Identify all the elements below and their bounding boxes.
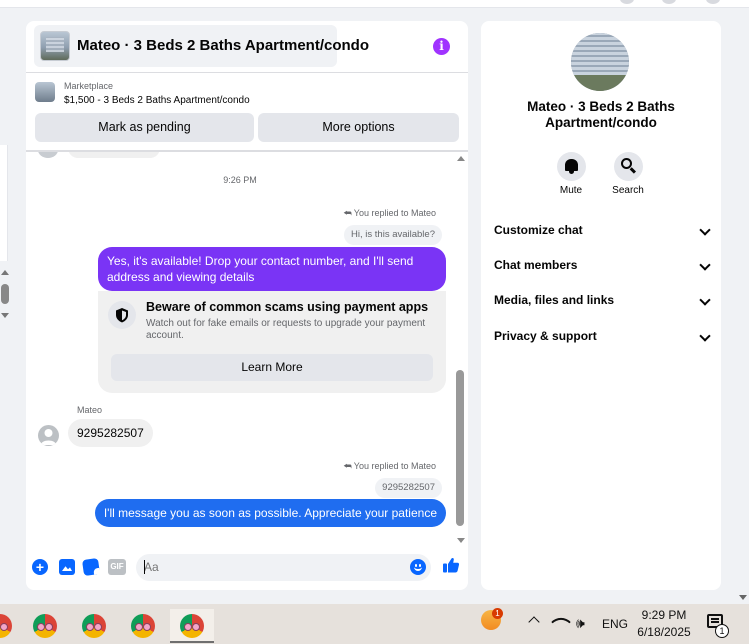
taskbar-app-chrome[interactable] xyxy=(72,609,116,643)
page-scrollbar[interactable] xyxy=(737,8,749,604)
text-caret xyxy=(144,560,145,574)
scam-warning-text: Watch out for fake emails or requests to… xyxy=(146,318,426,341)
sender-name: Mateo xyxy=(77,405,103,415)
message-composer: + GIF xyxy=(26,547,468,590)
wifi-icon[interactable] xyxy=(551,612,571,632)
listing-thumbnail xyxy=(40,31,70,61)
chat-header: Mateo · 3 Beds 2 Baths Apartment/condo i xyxy=(26,21,468,73)
reply-label: ⮪ You replied to Mateo xyxy=(343,461,436,471)
profile-photo[interactable] xyxy=(571,33,629,91)
info-icon[interactable]: i xyxy=(433,38,450,55)
taskbar: 1 🕪 ENG 9:29 PM 6/18/2025 1 xyxy=(0,604,749,644)
notification-badge: 1 xyxy=(715,624,729,638)
outgoing-message[interactable]: Yes, it's available! Drop your contact n… xyxy=(98,247,446,291)
message-list: 9:26 PM ⮪ You replied to Mateo Hi, is thi… xyxy=(26,152,468,547)
outgoing-message[interactable]: I'll message you as soon as possible. Ap… xyxy=(94,499,446,527)
sticker-icon[interactable] xyxy=(81,557,101,577)
avatar[interactable] xyxy=(38,425,59,446)
marketplace-bar: Marketplace $1,500 - 3 Beds 2 Baths Apar… xyxy=(26,74,468,152)
photo-icon[interactable] xyxy=(59,559,75,575)
marketplace-label: Marketplace xyxy=(64,81,114,91)
thumbs-up-icon[interactable] xyxy=(442,556,460,574)
search-button[interactable]: Search xyxy=(603,152,653,196)
reply-label: ⮪ You replied to Mateo xyxy=(343,208,436,218)
mute-label: Mute xyxy=(559,185,583,196)
left-panel-edge xyxy=(0,145,8,261)
bell-icon[interactable] xyxy=(556,152,586,181)
window-control-icon[interactable] xyxy=(662,0,676,4)
quoted-message[interactable]: 9295282507 xyxy=(375,478,442,498)
clock[interactable]: 9:29 PM 6/18/2025 xyxy=(636,607,692,641)
mark-as-pending-button[interactable]: Mark as pending xyxy=(35,113,254,142)
section-media-files-links[interactable]: Media, files and links xyxy=(494,291,711,311)
clock-date: 6/18/2025 xyxy=(637,625,691,639)
window-control-icon[interactable] xyxy=(620,0,634,4)
chrome-icon xyxy=(0,614,12,638)
search-icon[interactable] xyxy=(613,152,643,181)
listing-thumbnail-small xyxy=(35,82,55,102)
section-customize-chat[interactable]: Customize chat xyxy=(494,221,711,241)
speaker-icon[interactable]: 🕪 xyxy=(576,615,585,632)
message-bubble-partial xyxy=(68,152,160,158)
emoji-icon[interactable] xyxy=(410,559,426,575)
scroll-down-icon[interactable] xyxy=(1,313,9,318)
chrome-icon xyxy=(33,614,57,638)
more-options-button[interactable]: More options xyxy=(258,113,459,142)
chrome-icon xyxy=(82,614,106,638)
section-chat-members[interactable]: Chat members xyxy=(494,256,711,276)
scroll-thumb[interactable] xyxy=(456,370,464,526)
weather-icon[interactable]: 1 xyxy=(481,608,503,630)
gif-icon[interactable]: GIF xyxy=(108,559,126,575)
scam-warning-card: Beware of common scams using payment app… xyxy=(98,291,446,393)
chat-title: Mateo · 3 Beds 2 Baths Apartment/condo xyxy=(77,37,369,54)
weather-badge: 1 xyxy=(492,608,503,619)
scroll-thumb[interactable] xyxy=(1,284,9,304)
quoted-message[interactable]: Hi, is this available? xyxy=(344,225,442,245)
message-timestamp: 9:26 PM xyxy=(223,175,257,185)
chevron-down-icon xyxy=(699,330,711,342)
listing-price[interactable]: $1,500 - 3 Beds 2 Baths Apartment/condo xyxy=(64,95,250,106)
chat-panel: Mateo · 3 Beds 2 Baths Apartment/condo i… xyxy=(26,21,468,590)
chevron-up-icon[interactable] xyxy=(528,616,540,628)
chrome-icon xyxy=(180,614,204,638)
profile-name: Mateo · 3 Beds 2 Baths Apartment/condo xyxy=(527,99,675,130)
mute-button[interactable]: Mute xyxy=(546,152,596,196)
top-window-strip xyxy=(0,0,749,8)
chat-title-button[interactable]: Mateo · 3 Beds 2 Baths Apartment/condo xyxy=(34,25,369,67)
shield-icon xyxy=(108,301,136,329)
message-input[interactable] xyxy=(136,554,431,581)
window-control-icon[interactable] xyxy=(706,0,720,4)
taskbar-app-chrome-active[interactable] xyxy=(170,609,214,643)
taskbar-app-chrome[interactable] xyxy=(121,609,165,643)
taskbar-app-chrome[interactable] xyxy=(23,609,67,643)
search-label: Search xyxy=(612,185,644,196)
left-scrollbar[interactable] xyxy=(0,268,12,320)
scroll-down-icon[interactable] xyxy=(457,538,465,543)
reply-arrow-icon: ⮪ xyxy=(343,461,352,471)
chevron-down-icon xyxy=(699,294,711,306)
avatar xyxy=(38,152,58,158)
chevron-down-icon xyxy=(699,259,711,271)
incoming-message[interactable]: 9295282507 xyxy=(68,419,153,447)
scam-warning-title: Beware of common scams using payment app… xyxy=(146,300,429,314)
scroll-up-icon[interactable] xyxy=(457,156,465,161)
chat-details-panel: Mateo · 3 Beds 2 Baths Apartment/condo M… xyxy=(481,21,721,590)
learn-more-button[interactable]: Learn More xyxy=(111,354,433,381)
section-privacy-support[interactable]: Privacy & support xyxy=(494,327,711,347)
clock-time: 9:29 PM xyxy=(641,608,687,622)
message-scrollbar[interactable] xyxy=(454,152,468,547)
language-indicator[interactable]: ENG xyxy=(602,617,628,631)
plus-icon[interactable]: + xyxy=(32,559,48,575)
taskbar-app-chrome[interactable] xyxy=(0,609,22,643)
scroll-up-icon[interactable] xyxy=(1,270,9,275)
scroll-down-icon[interactable] xyxy=(739,595,747,600)
chrome-icon xyxy=(131,614,155,638)
chevron-down-icon xyxy=(699,224,711,236)
reply-arrow-icon: ⮪ xyxy=(343,208,352,218)
